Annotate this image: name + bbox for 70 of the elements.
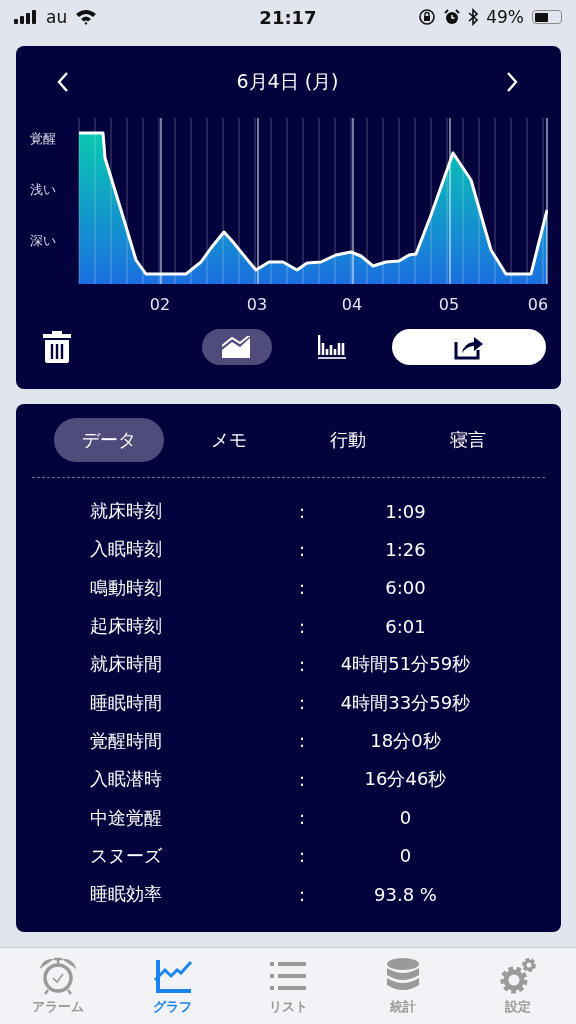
line-chart-toggle[interactable]	[202, 329, 272, 365]
stat-value: 18分0秒	[370, 728, 441, 753]
stat-label: 鳴動時刻	[90, 575, 162, 600]
stats-tab[interactable]: 統計	[345, 948, 461, 1024]
settings-icon	[498, 956, 539, 996]
chevron-right-icon	[505, 71, 519, 93]
stat-label: スヌーズ	[90, 843, 162, 868]
segment-tab[interactable]: データ	[54, 418, 164, 462]
separator-colon: :	[298, 768, 306, 790]
share-button[interactable]	[392, 329, 546, 365]
stat-label: 覚醒時間	[90, 728, 162, 753]
carrier-name: au	[46, 7, 68, 27]
stat-value: 6:00	[385, 577, 426, 599]
stat-label: 中途覚醒	[90, 805, 162, 830]
bar-chart-icon	[318, 335, 348, 359]
bluetooth-icon	[468, 8, 479, 26]
graph-tab[interactable]: グラフ	[115, 948, 231, 1024]
hour-label: 05	[438, 295, 460, 314]
battery-icon	[532, 10, 562, 24]
stat-label: 入眠時刻	[90, 537, 162, 562]
hour-label: 02	[149, 295, 171, 314]
stat-label: 就床時間	[90, 652, 162, 677]
stage-label: 深い	[30, 234, 57, 247]
date-title: 6月4日 (月)	[236, 69, 339, 94]
stat-label: 睡眠時間	[90, 690, 162, 715]
hour-label: 04	[341, 295, 363, 314]
separator-colon: :	[298, 730, 306, 752]
line-chart-icon	[222, 336, 252, 358]
segment-tab[interactable]: 行動	[293, 418, 404, 462]
share-icon	[454, 334, 484, 360]
stat-value: 4時間51分59秒	[340, 652, 471, 677]
separator-colon: :	[298, 883, 306, 905]
trash-icon[interactable]	[42, 331, 72, 363]
list-tab[interactable]: リスト	[230, 948, 346, 1024]
separator-colon: :	[298, 692, 306, 714]
stage-label: 浅い	[30, 183, 57, 196]
alarm-clock-icon	[37, 956, 78, 996]
stage-label: 覚醒	[30, 132, 57, 145]
separator-colon: :	[298, 577, 306, 599]
stat-value: 1:09	[385, 500, 426, 522]
separator-colon: :	[298, 538, 306, 560]
signal-icon	[14, 10, 38, 24]
stat-value: 1:26	[385, 538, 426, 560]
stat-label: 就床時刻	[90, 499, 162, 524]
stat-label: 睡眠効率	[90, 882, 162, 907]
stat-value: 16分46秒	[364, 767, 447, 792]
stat-value: 4時間33分59秒	[340, 690, 471, 715]
stat-label: 起床時刻	[90, 614, 162, 639]
stat-value: 0	[399, 807, 412, 828]
chevron-left-icon	[56, 71, 70, 93]
stat-value: 93.8 %	[374, 883, 437, 905]
settings-tab[interactable]: 設定	[460, 948, 576, 1024]
segment-tab[interactable]: 寝言	[412, 418, 523, 462]
hour-label: 06	[527, 295, 549, 314]
stat-label: 入眠潜時	[90, 767, 162, 792]
battery-percent: 49%	[486, 7, 524, 27]
separator-colon: :	[298, 807, 306, 828]
segment-tab[interactable]: メモ	[173, 418, 284, 462]
alarm-tab[interactable]: アラーム	[0, 948, 116, 1024]
stat-value: 0	[399, 845, 412, 867]
stat-value: 6:01	[385, 615, 426, 637]
separator-colon: :	[298, 653, 306, 675]
wifi-icon	[75, 9, 98, 25]
separator-colon: :	[298, 845, 306, 867]
hour-label: 03	[246, 295, 268, 314]
separator-colon: :	[298, 500, 306, 522]
alarm-icon	[444, 9, 461, 25]
clock-time: 21:17	[259, 6, 317, 28]
rotation-lock-icon	[418, 8, 437, 26]
separator-colon: :	[298, 615, 306, 637]
